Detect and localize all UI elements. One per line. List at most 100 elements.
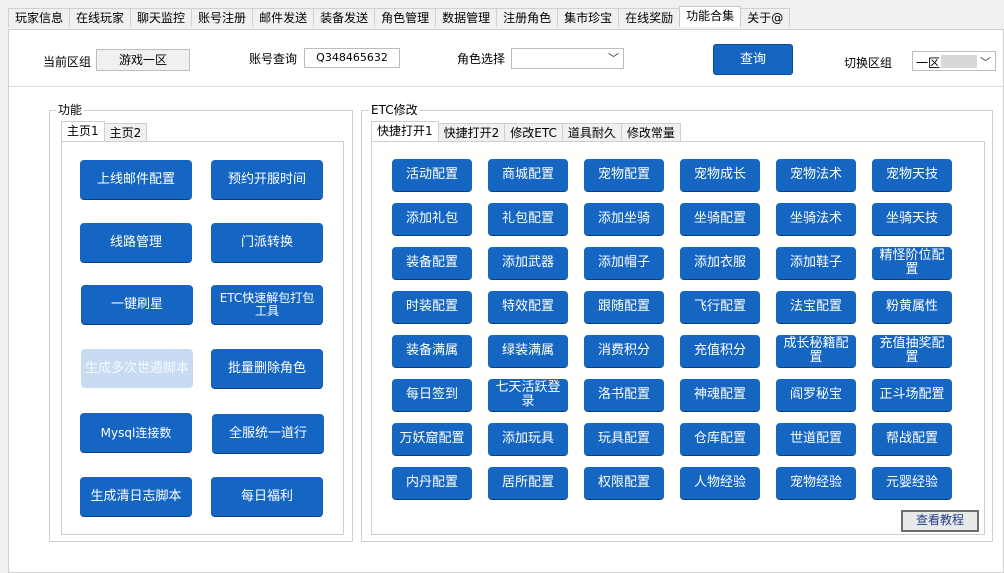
etc-config-button[interactable]: 玩具配置 xyxy=(584,423,664,455)
tab-modify-etc[interactable]: 修改ETC xyxy=(504,123,563,141)
etc-config-button[interactable]: 充值积分 xyxy=(680,335,760,367)
tab-home-2[interactable]: 主页2 xyxy=(103,123,148,141)
batch-delete-role-button[interactable]: 批量删除角色 xyxy=(211,349,323,388)
etc-config-button[interactable]: 添加衣服 xyxy=(680,247,760,279)
etc-config-button[interactable]: 七天活跃登录 xyxy=(488,379,568,411)
etc-config-button[interactable]: 添加坐骑 xyxy=(584,203,664,235)
tab-equip-send[interactable]: 装备发送 xyxy=(313,8,376,27)
etc-config-button[interactable]: 添加武器 xyxy=(488,247,568,279)
tab-item-durability[interactable]: 道具耐久 xyxy=(561,123,622,141)
etc-config-button[interactable]: 权限配置 xyxy=(584,467,664,499)
etc-config-button[interactable]: 宠物法术 xyxy=(776,159,856,191)
etc-config-button[interactable]: 添加鞋子 xyxy=(776,247,856,279)
etc-config-button[interactable]: 消费积分 xyxy=(584,335,664,367)
tab-mail-send[interactable]: 邮件发送 xyxy=(252,8,315,27)
etc-config-button[interactable]: 坐骑配置 xyxy=(680,203,760,235)
etc-config-button[interactable]: 商城配置 xyxy=(488,159,568,191)
online-mail-config-button[interactable]: 上线邮件配置 xyxy=(80,160,192,199)
etc-config-button[interactable]: 充值抽奖配置 xyxy=(872,335,952,367)
etc-config-button[interactable]: 元婴经验 xyxy=(872,467,952,499)
server-unify-button[interactable]: 全服统一道行 xyxy=(212,414,324,453)
role-select-label: 角色选择 xyxy=(457,52,506,66)
etc-config-button[interactable]: 装备满属 xyxy=(392,335,472,367)
etc-config-button[interactable]: 宠物天技 xyxy=(872,159,952,191)
etc-config-button[interactable]: 坐骑法术 xyxy=(776,203,856,235)
tab-feature-collection[interactable]: 功能合集 xyxy=(679,6,742,27)
one-click-star-button[interactable]: 一键刷星 xyxy=(81,285,193,324)
tab-home-1[interactable]: 主页1 xyxy=(61,121,105,141)
switch-zone-label: 切换区组 xyxy=(844,56,893,70)
etc-config-button[interactable]: 正斗场配置 xyxy=(872,379,952,411)
current-zone-label: 当前区组 xyxy=(43,55,92,69)
tab-player-info[interactable]: 玩家信息 xyxy=(8,8,71,27)
etc-config-button[interactable]: 仓库配置 xyxy=(680,423,760,455)
etc-config-button[interactable]: 世道配置 xyxy=(776,423,856,455)
schedule-open-time-button[interactable]: 预约开服时间 xyxy=(211,160,323,199)
etc-config-button[interactable]: 内丹配置 xyxy=(392,467,472,499)
etc-config-button[interactable]: 法宝配置 xyxy=(776,291,856,323)
etc-config-button[interactable]: 每日签到 xyxy=(392,379,472,411)
etc-config-button[interactable]: 洛书配置 xyxy=(584,379,664,411)
tab-register-role[interactable]: 注册角色 xyxy=(496,8,559,27)
line-manage-button[interactable]: 线路管理 xyxy=(80,223,192,262)
etc-config-button[interactable]: 坐骑天技 xyxy=(872,203,952,235)
etc-config-button[interactable]: 阎罗秘宝 xyxy=(776,379,856,411)
etc-tabs: 快捷打开1 快捷打开2 修改ETC 道具耐久 修改常量 xyxy=(371,121,681,141)
etc-config-button[interactable]: 帮战配置 xyxy=(872,423,952,455)
etc-config-button[interactable]: 宠物经验 xyxy=(776,467,856,499)
top-tab-bar: 玩家信息 在线玩家 聊天监控 账号注册 邮件发送 装备发送 角色管理 数据管理 … xyxy=(8,6,791,28)
tab-account-register[interactable]: 账号注册 xyxy=(191,8,254,27)
account-query-input[interactable]: Q348465632 xyxy=(304,48,400,68)
chevron-down-icon: ﹀ xyxy=(608,52,619,65)
feature-group-title: 功能 xyxy=(56,103,85,117)
etc-config-button[interactable]: 礼包配置 xyxy=(488,203,568,235)
etc-config-button[interactable]: 装备配置 xyxy=(392,247,472,279)
tab-quick-open-1[interactable]: 快捷打开1 xyxy=(371,121,439,141)
etc-config-button[interactable]: 特效配置 xyxy=(488,291,568,323)
tab-modify-constants[interactable]: 修改常量 xyxy=(620,123,681,141)
etc-config-button[interactable]: 宠物配置 xyxy=(584,159,664,191)
etc-config-button[interactable]: 添加帽子 xyxy=(584,247,664,279)
tab-data-manage[interactable]: 数据管理 xyxy=(435,8,498,27)
etc-config-button[interactable]: 飞行配置 xyxy=(680,291,760,323)
etc-group-title: ETC修改 xyxy=(369,103,420,117)
feature-tabs: 主页1 主页2 xyxy=(61,121,148,141)
tab-chat-monitor[interactable]: 聊天监控 xyxy=(130,8,193,27)
switch-zone-value: 一区 xyxy=(916,56,941,70)
tab-role-manage[interactable]: 角色管理 xyxy=(374,8,437,27)
mysql-connections-button[interactable]: Mysql连接数 xyxy=(80,413,192,452)
query-button[interactable]: 查询 xyxy=(713,44,793,75)
tab-market-treasure[interactable]: 集市珍宝 xyxy=(557,8,620,27)
etc-config-button[interactable]: 人物经验 xyxy=(680,467,760,499)
sect-convert-button[interactable]: 门派转换 xyxy=(211,223,323,262)
etc-config-button[interactable]: 宠物成长 xyxy=(680,159,760,191)
etc-pack-tool-button[interactable]: ETC快速解包打包工具 xyxy=(211,285,323,324)
tab-about[interactable]: 关于@ xyxy=(740,8,791,27)
toolbar-separator xyxy=(9,86,1003,87)
switch-zone-dropdown[interactable]: 一区 ﹀ xyxy=(912,51,996,71)
role-select-dropdown[interactable]: ﹀ xyxy=(511,48,624,69)
etc-config-button[interactable]: 神魂配置 xyxy=(680,379,760,411)
etc-config-button[interactable]: 精怪阶位配置 xyxy=(872,247,952,279)
etc-config-button[interactable]: 粉黄属性 xyxy=(872,291,952,323)
daily-welfare-button[interactable]: 每日福利 xyxy=(211,477,323,516)
tab-online-reward[interactable]: 在线奖励 xyxy=(618,8,681,27)
chevron-down-icon: ﹀ xyxy=(980,56,991,69)
etc-config-button[interactable]: 时装配置 xyxy=(392,291,472,323)
clear-log-script-button[interactable]: 生成清日志脚本 xyxy=(80,477,192,516)
etc-config-button[interactable]: 跟随配置 xyxy=(584,291,664,323)
etc-config-button[interactable]: 居所配置 xyxy=(488,467,568,499)
etc-config-button[interactable]: 添加玩具 xyxy=(488,423,568,455)
etc-config-button[interactable]: 万妖窟配置 xyxy=(392,423,472,455)
tab-quick-open-2[interactable]: 快捷打开2 xyxy=(437,123,506,141)
main-panel: 当前区组 游戏一区 账号查询 Q348465632 角色选择 ﹀ 查询 切换区组… xyxy=(8,29,1004,573)
tab-online-players[interactable]: 在线玩家 xyxy=(69,8,132,27)
etc-config-button[interactable]: 活动配置 xyxy=(392,159,472,191)
etc-config-button[interactable]: 成长秘籍配置 xyxy=(776,335,856,367)
feature-tab-page xyxy=(61,141,344,535)
switch-zone-highlight xyxy=(941,55,977,68)
etc-config-button[interactable]: 绿装满属 xyxy=(488,335,568,367)
etc-config-button[interactable]: 添加礼包 xyxy=(392,203,472,235)
view-tutorial-button[interactable]: 查看教程 xyxy=(901,510,979,532)
current-zone-field: 游戏一区 xyxy=(96,49,190,71)
